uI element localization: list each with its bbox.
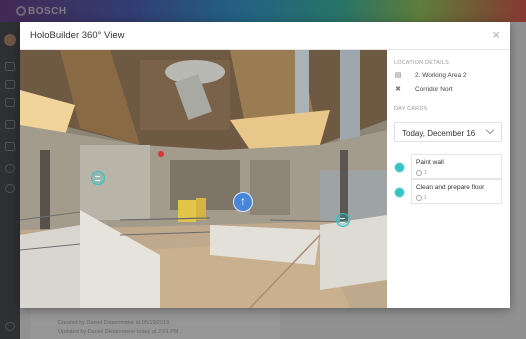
panorama-viewer[interactable]: ↑ <box>20 50 387 308</box>
day-card-status-icon <box>394 162 405 173</box>
chevron-down-icon <box>485 125 495 135</box>
day-cards-heading: DAY CARDS <box>394 106 428 112</box>
day-card-status-icon <box>394 187 405 198</box>
panorama-image <box>20 50 387 308</box>
crane-icon: ✖ <box>395 86 401 93</box>
annotation-hotspot[interactable] <box>91 171 105 185</box>
location-area-text: 2. Working Area 2 <box>415 72 467 79</box>
location-corridor-text: Corridor Nort <box>415 86 453 93</box>
day-card-title: Paint wall <box>416 159 444 166</box>
day-card-count: 1 <box>424 170 427 176</box>
modal-title: HoloBuilder 360° View <box>30 30 125 41</box>
location-details-heading: LOCATION DETAILS <box>394 60 449 66</box>
floorplan-icon: ▤ <box>394 72 402 79</box>
date-select[interactable]: Today, December 16 <box>394 122 502 142</box>
user-icon <box>416 195 422 201</box>
modal-header: HoloBuilder 360° View × <box>20 22 510 50</box>
holobuilder-modal: HoloBuilder 360° View × ↑ LOCATION DETAI… <box>20 22 510 308</box>
day-card[interactable]: Paint wall 1 <box>411 154 502 179</box>
day-card[interactable]: Clean and prepare floor 1 <box>411 179 502 204</box>
annotation-hotspot[interactable] <box>336 213 350 227</box>
day-card-title: Clean and prepare floor <box>416 184 485 191</box>
day-card-count: 1 <box>424 195 427 201</box>
user-icon <box>416 170 422 176</box>
navigate-forward-arrow-icon[interactable]: ↑ <box>233 192 253 212</box>
details-panel: LOCATION DETAILS ▤ 2. Working Area 2 ✖ C… <box>387 50 510 308</box>
close-icon[interactable]: × <box>492 28 500 41</box>
date-select-value: Today, December 16 <box>402 129 476 138</box>
